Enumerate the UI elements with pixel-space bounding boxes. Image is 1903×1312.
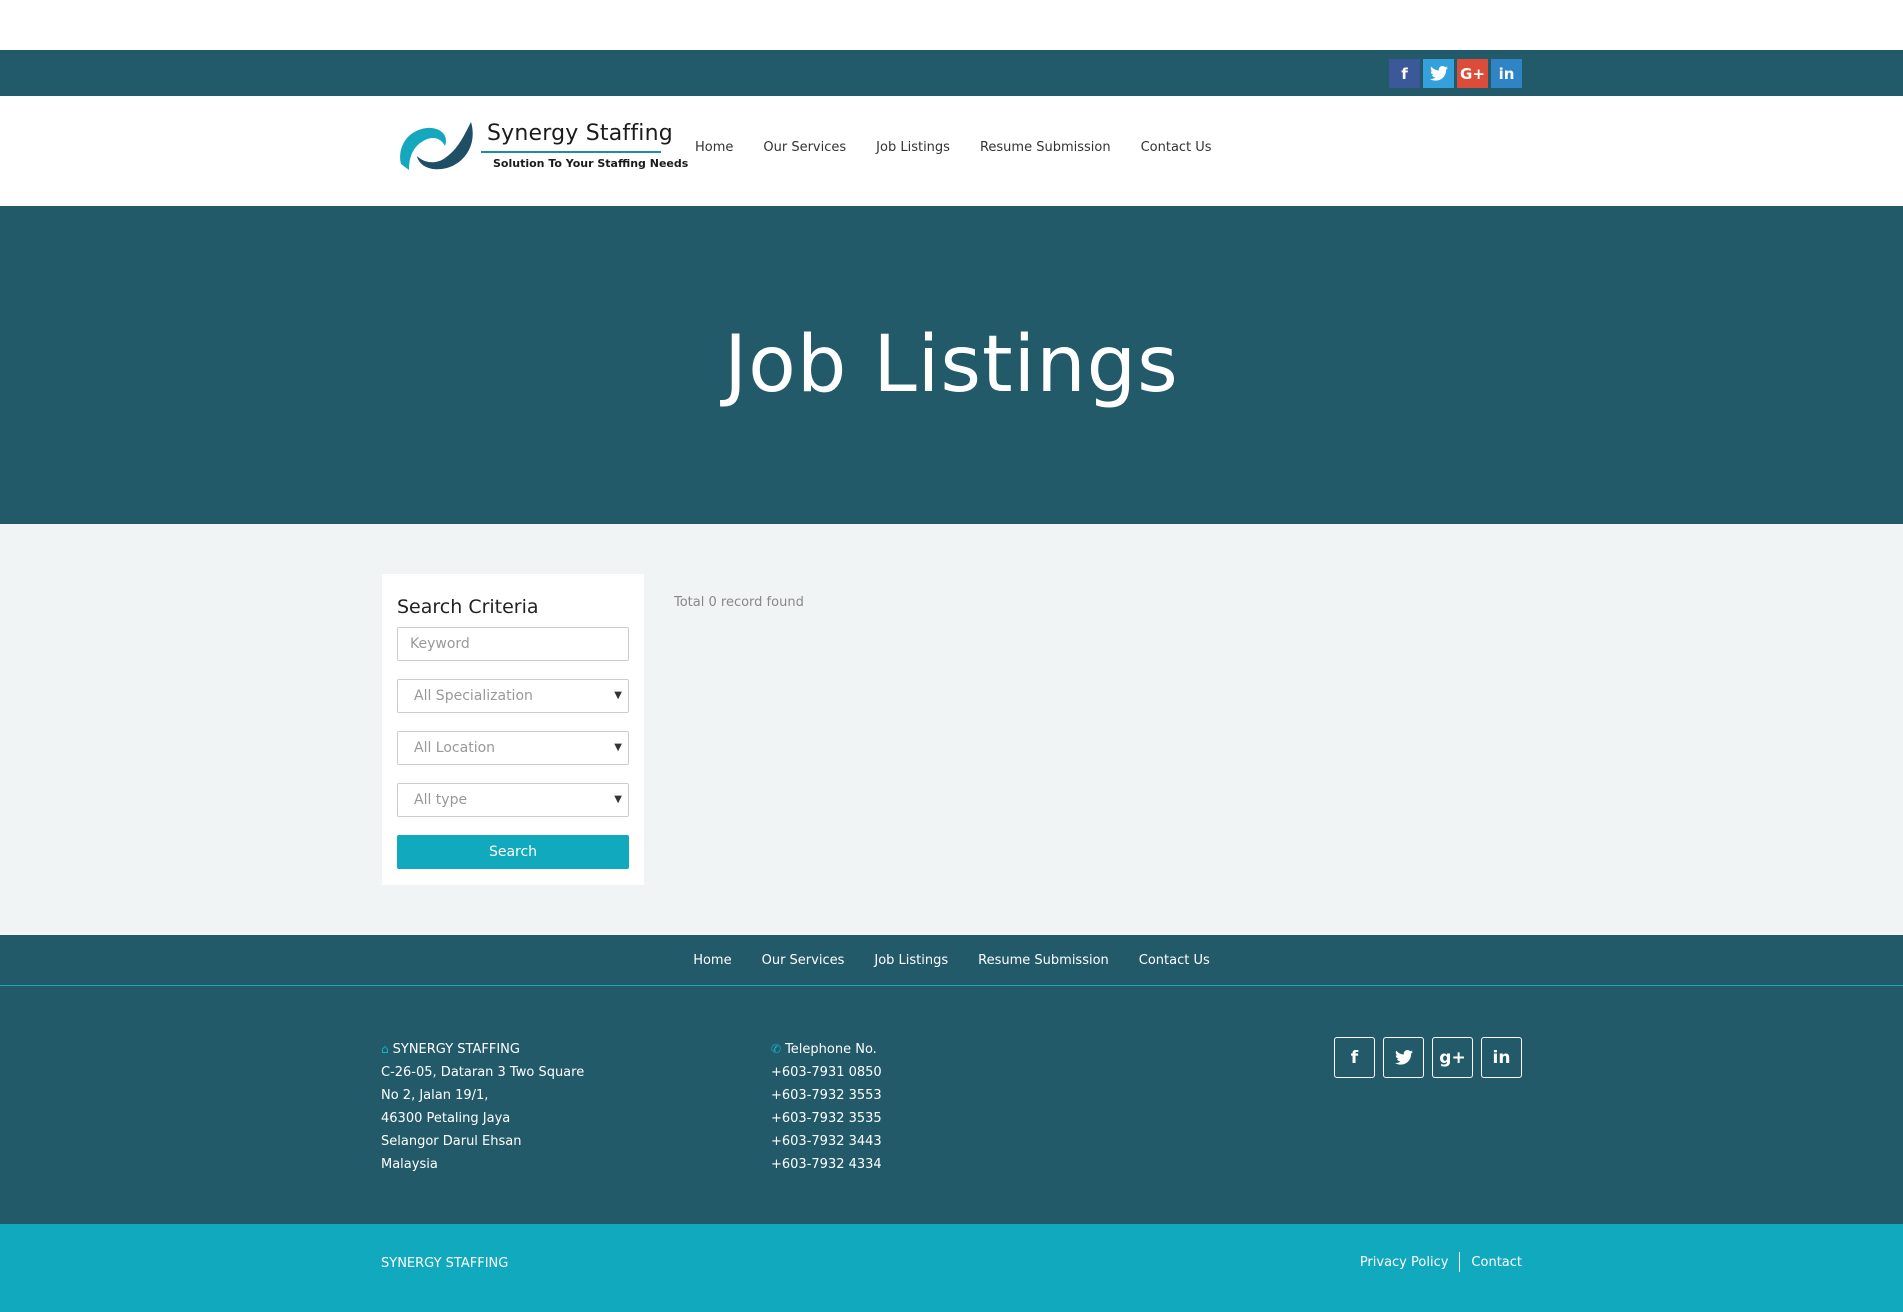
page-title: Job Listings bbox=[724, 320, 1179, 410]
contact-link[interactable]: Contact bbox=[1471, 1255, 1522, 1270]
top-social-links: f G+ in bbox=[1389, 59, 1522, 88]
logo-title: Synergy Staffing bbox=[487, 121, 673, 146]
nav-contact-us[interactable]: Contact Us bbox=[1141, 140, 1212, 155]
linkedin-icon[interactable]: in bbox=[1481, 1037, 1522, 1078]
footer-nav-contact-us[interactable]: Contact Us bbox=[1139, 953, 1210, 968]
address-block: ⌂ SYNERGY STAFFING C-26-05, Dataran 3 Two… bbox=[381, 1038, 584, 1176]
linkedin-icon[interactable]: in bbox=[1491, 59, 1522, 88]
telephone-block: ✆ Telephone No. +603-7931 0850 +603-7932 … bbox=[771, 1038, 882, 1176]
location-value: All Location bbox=[414, 740, 496, 756]
privacy-policy-link[interactable]: Privacy Policy bbox=[1360, 1255, 1449, 1270]
facebook-icon[interactable]: f bbox=[1334, 1037, 1375, 1078]
chevron-down-icon: ▼ bbox=[614, 690, 622, 701]
logo-tagline: Solution To Your Staffing Needs bbox=[493, 157, 689, 170]
telephone-label-line: ✆ Telephone No. bbox=[771, 1038, 882, 1061]
chevron-down-icon: ▼ bbox=[614, 742, 622, 753]
results-summary: Total 0 record found bbox=[674, 595, 804, 610]
top-bar: f G+ in bbox=[0, 50, 1903, 96]
top-spacer bbox=[0, 0, 1903, 50]
address-line: 46300 Petaling Jaya bbox=[381, 1111, 511, 1126]
telephone-number[interactable]: +603-7931 0850 bbox=[771, 1061, 882, 1084]
twitter-icon[interactable] bbox=[1423, 59, 1454, 88]
home-icon: ⌂ bbox=[381, 1042, 389, 1056]
nav-our-services[interactable]: Our Services bbox=[763, 140, 846, 155]
telephone-number[interactable]: +603-7932 3553 bbox=[771, 1084, 882, 1107]
phone-icon: ✆ bbox=[771, 1042, 782, 1056]
link-divider bbox=[1459, 1252, 1461, 1272]
type-value: All type bbox=[414, 792, 468, 808]
footer-nav-home[interactable]: Home bbox=[693, 953, 731, 968]
address-line: No 2, Jalan 19/1, bbox=[381, 1088, 489, 1103]
site-header: Synergy Staffing Solution To Your Staffi… bbox=[0, 96, 1903, 206]
footer-nav-job-listings[interactable]: Job Listings bbox=[874, 953, 948, 968]
legal-links: Privacy Policy Contact bbox=[1360, 1252, 1522, 1272]
telephone-label: Telephone No. bbox=[785, 1042, 877, 1057]
site-logo[interactable]: Synergy Staffing Solution To Your Staffi… bbox=[395, 118, 688, 184]
nav-job-listings[interactable]: Job Listings bbox=[876, 140, 950, 155]
address-line: Malaysia bbox=[381, 1157, 438, 1172]
specialization-value: All Specialization bbox=[414, 688, 533, 704]
site-footer: ⌂ SYNERGY STAFFING C-26-05, Dataran 3 Two… bbox=[0, 986, 1903, 1224]
twitter-icon[interactable] bbox=[1383, 1037, 1424, 1078]
facebook-icon[interactable]: f bbox=[1389, 59, 1420, 88]
nav-resume-submission[interactable]: Resume Submission bbox=[980, 140, 1111, 155]
telephone-number[interactable]: +603-7932 3443 bbox=[771, 1130, 882, 1153]
logo-divider bbox=[481, 151, 661, 153]
google-plus-icon[interactable]: g+ bbox=[1432, 1037, 1473, 1078]
address-line: Selangor Darul Ehsan bbox=[381, 1134, 522, 1149]
type-select[interactable]: All type ▼ bbox=[397, 783, 629, 817]
keyword-input[interactable]: Keyword bbox=[397, 627, 629, 661]
footer-social-links: f g+ in bbox=[1334, 1037, 1522, 1078]
company-line: ⌂ SYNERGY STAFFING bbox=[381, 1038, 584, 1061]
search-criteria-heading: Search Criteria bbox=[397, 596, 539, 618]
address-line: C-26-05, Dataran 3 Two Square bbox=[381, 1065, 585, 1080]
logo-mark-icon bbox=[400, 122, 473, 170]
company-name: SYNERGY STAFFING bbox=[392, 1042, 520, 1057]
chevron-down-icon: ▼ bbox=[614, 794, 622, 805]
specialization-select[interactable]: All Specialization ▼ bbox=[397, 679, 629, 713]
nav-home[interactable]: Home bbox=[695, 140, 733, 155]
search-criteria-panel: Search Criteria Keyword All Specializati… bbox=[382, 574, 644, 885]
main-content: Search Criteria Keyword All Specializati… bbox=[0, 524, 1903, 935]
footer-nav-our-services[interactable]: Our Services bbox=[762, 953, 845, 968]
location-select[interactable]: All Location ▼ bbox=[397, 731, 629, 765]
search-button[interactable]: Search bbox=[397, 835, 629, 869]
copyright-brand: SYNERGY STAFFING bbox=[381, 1256, 509, 1271]
google-plus-icon[interactable]: G+ bbox=[1457, 59, 1488, 88]
footer-nav: Home Our Services Job Listings Resume Su… bbox=[0, 935, 1903, 986]
footer-nav-resume-submission[interactable]: Resume Submission bbox=[978, 953, 1109, 968]
keyword-placeholder: Keyword bbox=[410, 636, 470, 652]
main-nav: Home Our Services Job Listings Resume Su… bbox=[695, 140, 1212, 155]
hero-banner: Job Listings bbox=[0, 206, 1903, 524]
telephone-number[interactable]: +603-7932 4334 bbox=[771, 1153, 882, 1176]
telephone-number[interactable]: +603-7932 3535 bbox=[771, 1107, 882, 1130]
bottom-bar: SYNERGY STAFFING Privacy Policy Contact bbox=[0, 1224, 1903, 1312]
